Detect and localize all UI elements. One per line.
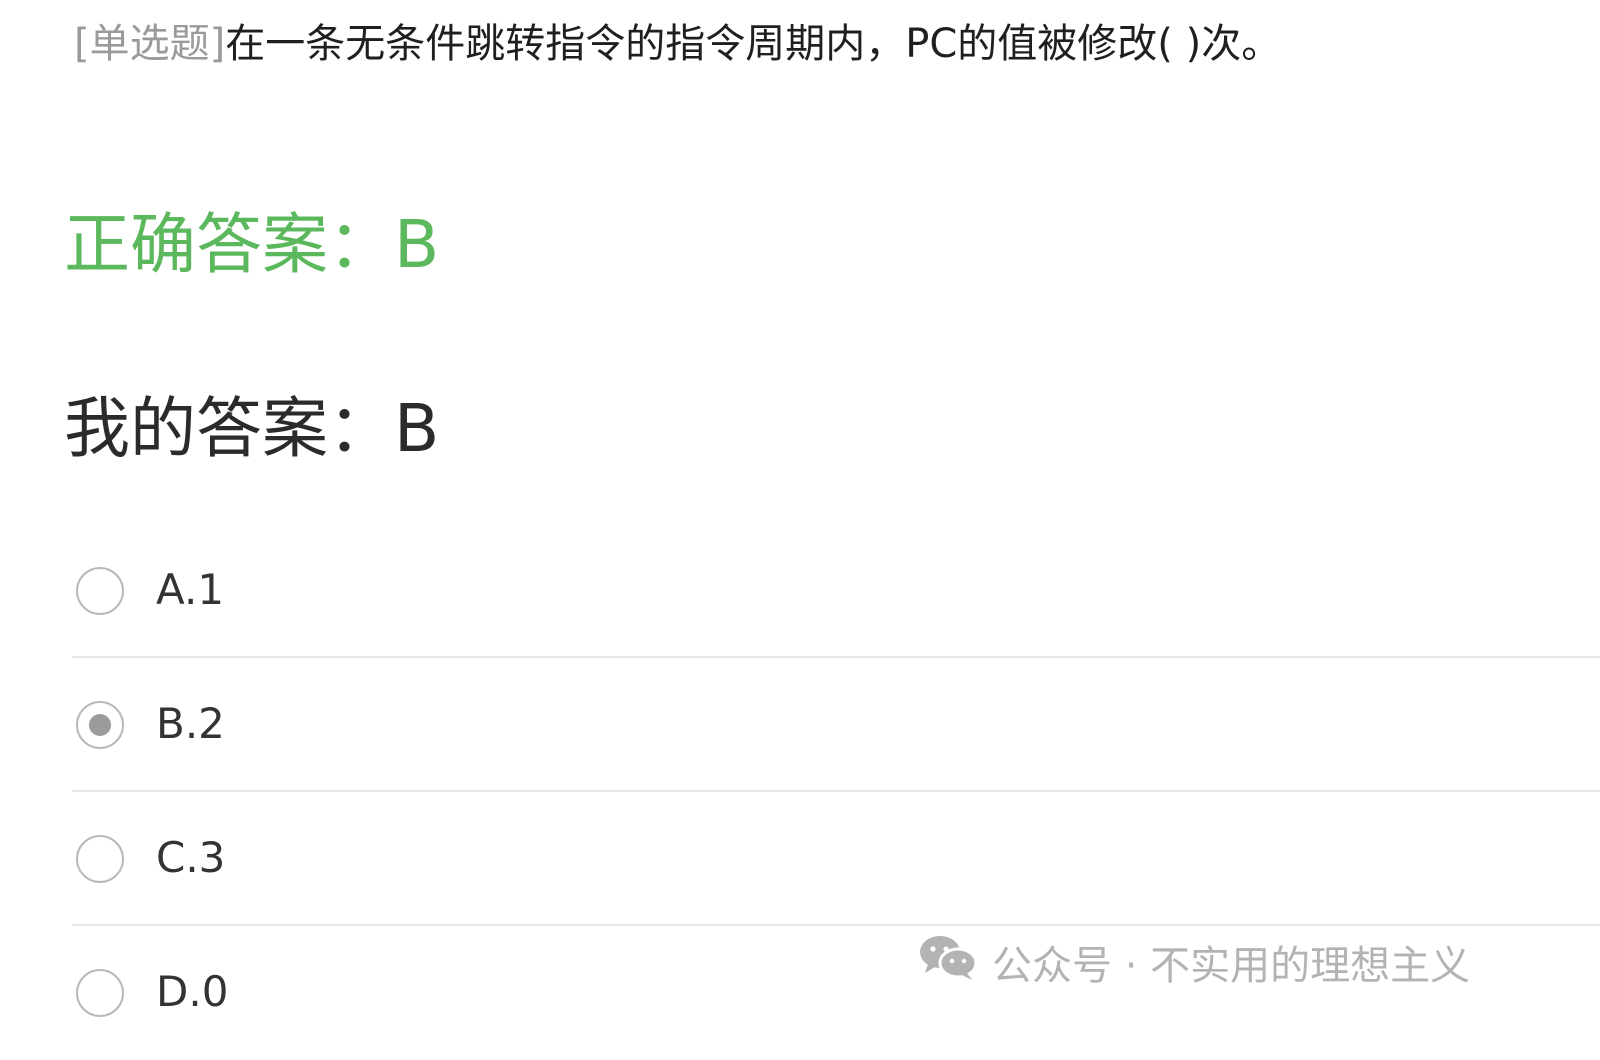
question-text: [单选题]在一条无条件跳转指令的指令周期内，PC的值被修改( )次。	[74, 14, 1281, 74]
option-c-label[interactable]: C.3	[156, 830, 225, 886]
correct-answer-value: B	[394, 206, 440, 283]
option-d-label[interactable]: D.0	[156, 964, 228, 1020]
watermark: 公众号 · 不实用的理想主义	[918, 932, 1470, 992]
option-a-radio[interactable]	[76, 567, 124, 615]
question-body: 在一条无条件跳转指令的指令周期内，PC的值被修改( )次。	[225, 21, 1282, 67]
wechat-icon	[918, 933, 992, 991]
option-a-label[interactable]: A.1	[156, 562, 224, 618]
option-b-radio[interactable]	[76, 701, 124, 749]
option-a[interactable]: A.1	[72, 524, 1600, 658]
my-answer-value: B	[394, 390, 440, 467]
option-d-radio[interactable]	[76, 969, 124, 1017]
my-answer: 我的答案：B	[64, 384, 439, 474]
my-answer-label: 我的答案：	[64, 390, 394, 467]
option-b-label[interactable]: B.2	[156, 696, 225, 752]
correct-answer: 正确答案：B	[64, 200, 439, 290]
radio-dot	[89, 714, 111, 736]
option-b[interactable]: B.2	[72, 658, 1600, 792]
option-c-radio[interactable]	[76, 835, 124, 883]
watermark-text: 公众号 · 不实用的理想主义	[992, 943, 1471, 989]
correct-answer-label: 正确答案：	[64, 206, 394, 283]
option-c[interactable]: C.3	[72, 792, 1600, 926]
question-type-tag: [单选题]	[74, 21, 226, 67]
